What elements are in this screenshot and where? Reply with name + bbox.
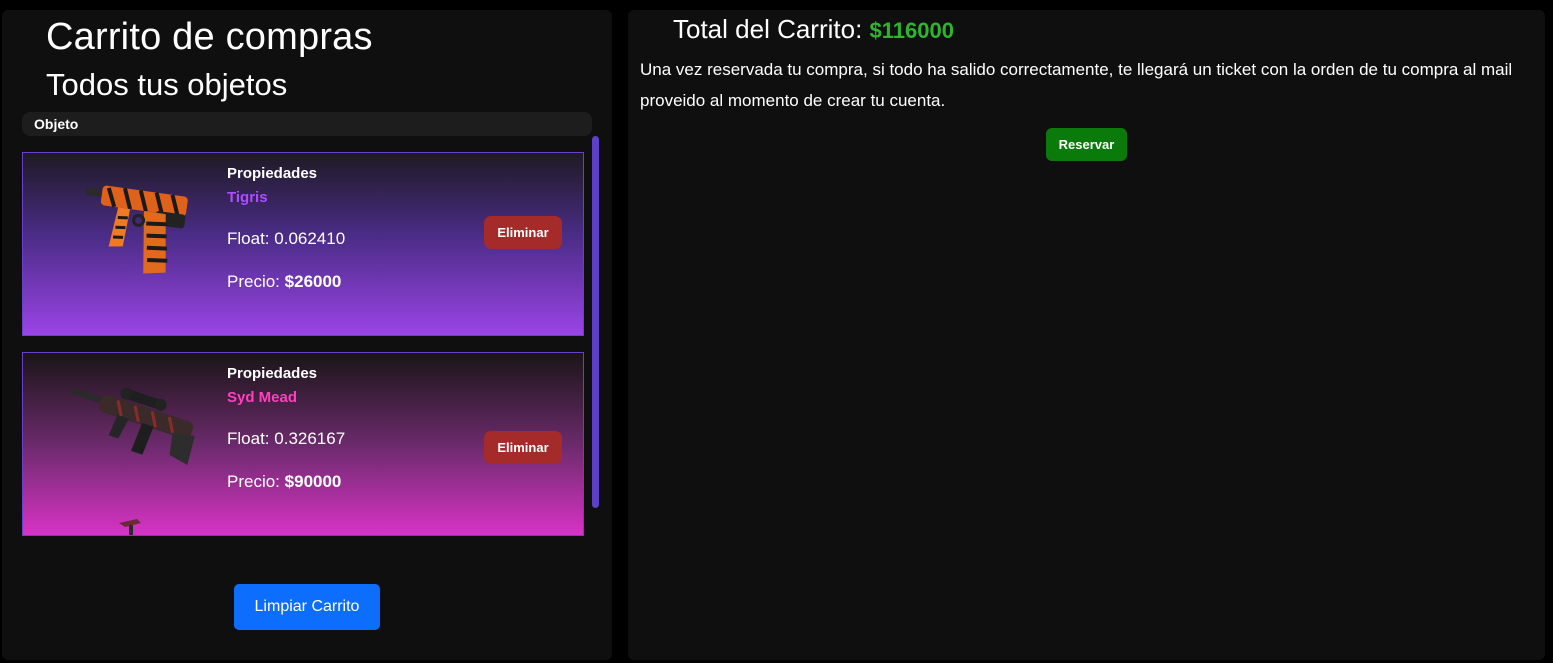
- column-header: Objeto: [22, 112, 592, 136]
- cart-total: Total del Carrito: $116000: [673, 14, 954, 45]
- total-value: $116000: [869, 18, 954, 43]
- remove-item-button[interactable]: Eliminar: [484, 431, 562, 464]
- price-line: Precio: $26000: [227, 272, 341, 292]
- page-subtitle: Todos tus objetos: [46, 67, 288, 102]
- price-value: $26000: [284, 272, 342, 291]
- properties-label: Propiedades: [227, 365, 318, 382]
- float-value: 0.326167: [274, 429, 346, 448]
- reservation-info-text: Una vez reservada tu compra, si todo ha …: [640, 60, 1513, 110]
- column-header-label: Objeto: [34, 116, 79, 132]
- price-label: Precio:: [227, 272, 280, 291]
- cart-item: Propiedades Tigris Float: 0.062410 Preci…: [22, 152, 584, 336]
- float-label: Float:: [227, 429, 270, 448]
- float-label: Float:: [227, 229, 270, 248]
- pistol-weapon-icon: [85, 185, 188, 274]
- page-title: Carrito de compras: [46, 16, 373, 58]
- reserve-button[interactable]: Reservar: [1046, 128, 1127, 161]
- summary-panel: Total del Carrito: $116000 Una vez reser…: [628, 10, 1545, 660]
- scrollbar[interactable]: [592, 136, 599, 508]
- sticker-icon: [119, 519, 141, 535]
- price-value: $90000: [284, 472, 342, 491]
- float-line: Float: 0.062410: [227, 229, 345, 249]
- cart-panel: Carrito de compras Todos tus objetos Obj…: [2, 10, 612, 660]
- float-line: Float: 0.326167: [227, 429, 345, 449]
- price-line: Precio: $90000: [227, 472, 341, 492]
- rifle-weapon-icon: [70, 387, 195, 466]
- remove-item-button[interactable]: Eliminar: [484, 216, 562, 249]
- scrollbar-thumb[interactable]: [592, 136, 599, 508]
- cart-item-list[interactable]: Propiedades Tigris Float: 0.062410 Preci…: [22, 150, 584, 536]
- price-label: Precio:: [227, 472, 280, 491]
- clear-cart-button[interactable]: Limpiar Carrito: [234, 584, 380, 630]
- cart-item: Propiedades Syd Mead Float: 0.326167 Pre…: [22, 352, 584, 536]
- float-value: 0.062410: [274, 229, 346, 248]
- total-label: Total del Carrito:: [673, 14, 863, 44]
- skin-name: Tigris: [227, 189, 268, 206]
- properties-label: Propiedades: [227, 165, 318, 182]
- skin-name: Syd Mead: [227, 389, 298, 406]
